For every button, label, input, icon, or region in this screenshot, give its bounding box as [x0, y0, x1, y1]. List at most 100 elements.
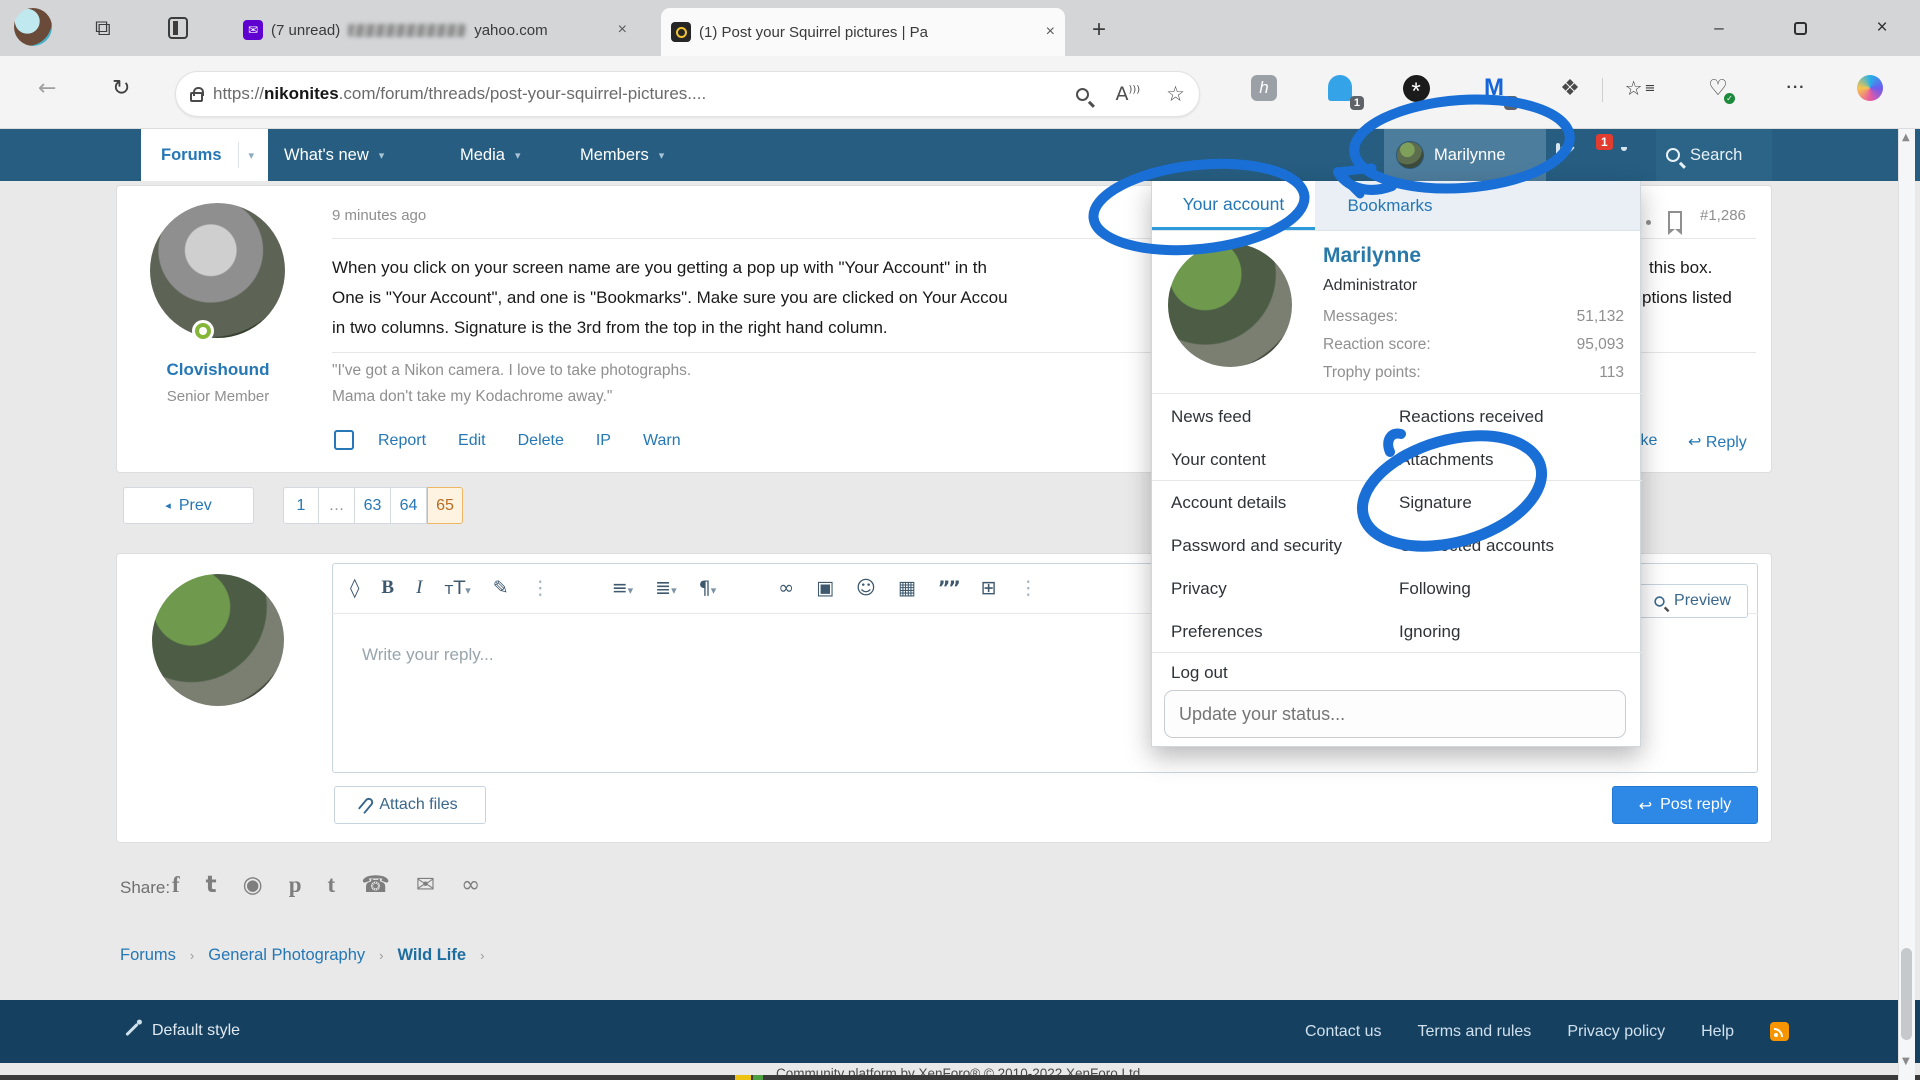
menu-your-content[interactable]: Your content — [1171, 450, 1266, 470]
menu-signature[interactable]: Signature — [1399, 493, 1472, 513]
style-chooser[interactable]: Default style — [124, 1022, 240, 1040]
text-size-icon[interactable]: тT▾ — [444, 577, 470, 599]
breadcrumb-forums[interactable]: Forums — [120, 946, 176, 965]
nav-tab-members[interactable]: Members▾ — [580, 129, 664, 181]
more-options-icon[interactable]: ⋮ — [1019, 577, 1038, 599]
paragraph-icon[interactable]: ¶▾ — [699, 577, 717, 599]
tab-bookmarks[interactable]: Bookmarks — [1315, 181, 1465, 230]
page-button[interactable]: 63 — [355, 487, 391, 524]
ip-link[interactable]: IP — [596, 432, 611, 450]
tab-yahoo-mail[interactable]: ✉ (7 unread) yahoo.com × — [233, 8, 637, 52]
inbox-icon[interactable] — [1556, 145, 1560, 163]
quote-icon[interactable]: ”” — [938, 577, 959, 599]
chevron-down-icon[interactable]: ▾ — [515, 149, 521, 162]
settings-menu-icon[interactable]: ··· — [1778, 70, 1814, 106]
breadcrumb-general-photography[interactable]: General Photography — [208, 946, 365, 965]
contact-us-link[interactable]: Contact us — [1305, 1023, 1381, 1041]
favorites-collections-icon[interactable]: ☆≡ — [1622, 70, 1658, 106]
honey-extension-icon[interactable]: h — [1246, 70, 1282, 106]
reply-link[interactable]: ↩ Reply — [1688, 432, 1747, 452]
workspaces-icon[interactable]: ⧉ — [95, 16, 111, 41]
tab-close-icon[interactable]: × — [1046, 23, 1055, 41]
back-icon[interactable]: ← — [38, 76, 56, 101]
align-icon[interactable]: ≣▾ — [655, 577, 676, 599]
chevron-down-icon[interactable]: ▾ — [659, 149, 665, 162]
terms-link[interactable]: Terms and rules — [1417, 1023, 1531, 1041]
post-author-avatar[interactable] — [150, 203, 285, 338]
menu-reactions-received[interactable]: Reactions received — [1399, 407, 1544, 427]
text-color-icon[interactable]: ✎ — [493, 577, 509, 599]
warn-link[interactable]: Warn — [643, 432, 681, 450]
menu-following[interactable]: Following — [1399, 579, 1471, 599]
browser-profile-avatar[interactable] — [14, 8, 52, 46]
rss-icon[interactable] — [1770, 1022, 1789, 1041]
tab-squirrel-thread[interactable]: (1) Post your Squirrel pictures | Pa × — [661, 8, 1065, 56]
pinterest-icon[interactable]: p — [289, 872, 302, 898]
restore-button[interactable] — [1778, 14, 1822, 42]
post-author-name[interactable]: Clovishound — [118, 360, 318, 380]
privacy-policy-link[interactable]: Privacy policy — [1567, 1023, 1665, 1041]
current-user-avatar[interactable] — [152, 574, 284, 706]
update-status-input[interactable] — [1164, 690, 1626, 738]
copy-link-icon[interactable]: ∞ — [461, 872, 480, 898]
menu-attachments[interactable]: Attachments — [1399, 450, 1494, 470]
delete-link[interactable]: Delete — [518, 432, 564, 450]
help-link[interactable]: Help — [1701, 1023, 1734, 1041]
account-menu-button[interactable]: Marilynne — [1384, 129, 1546, 181]
menu-connected-accounts[interactable]: Connected accounts — [1399, 536, 1554, 556]
report-link[interactable]: Report — [378, 432, 426, 450]
reply-input-placeholder[interactable]: Write your reply... — [362, 645, 494, 665]
bold-icon[interactable]: B — [381, 577, 394, 599]
dropdown-user-avatar[interactable] — [1168, 243, 1292, 367]
nav-tab-forums[interactable]: Forums ▾ — [141, 129, 268, 181]
edit-link[interactable]: Edit — [458, 432, 486, 450]
aperture-extension-icon[interactable]: * — [1398, 70, 1434, 106]
prev-page-button[interactable]: ◂ Prev — [123, 487, 254, 524]
favorite-star-icon[interactable]: ☆ — [1166, 82, 1185, 106]
post-reply-button[interactable]: ↩ Post reply — [1612, 786, 1758, 824]
current-page-button[interactable]: 65 — [427, 487, 463, 524]
select-post-checkbox[interactable] — [334, 430, 354, 450]
read-aloud-icon[interactable]: A))) — [1115, 83, 1140, 105]
tab-your-account[interactable]: Your account — [1152, 181, 1315, 230]
close-button[interactable]: × — [1860, 14, 1904, 42]
page-ellipsis[interactable]: … — [319, 487, 355, 524]
extensions-puzzle-icon[interactable]: ❖ — [1552, 70, 1588, 106]
insert-image-icon[interactable]: ▣ — [816, 577, 834, 599]
menu-password-security[interactable]: Password and security — [1171, 536, 1342, 556]
preview-button[interactable]: Preview — [1636, 584, 1748, 618]
page-button[interactable]: 64 — [391, 487, 427, 524]
tab-close-icon[interactable]: × — [618, 21, 627, 39]
reddit-icon[interactable]: ◉ — [243, 872, 263, 898]
email-share-icon[interactable]: ✉ — [416, 872, 435, 898]
post-timestamp[interactable]: 9 minutes ago — [332, 207, 426, 224]
dropdown-username[interactable]: Marilynne — [1323, 244, 1421, 268]
facebook-icon[interactable]: f — [172, 872, 180, 898]
breadcrumb-wild-life[interactable]: Wild Life — [397, 946, 466, 965]
menu-privacy[interactable]: Privacy — [1171, 579, 1227, 599]
tumblr-icon[interactable]: t — [328, 872, 336, 898]
zoom-icon[interactable] — [1076, 88, 1089, 101]
menu-news-feed[interactable]: News feed — [1171, 407, 1251, 427]
refresh-icon[interactable]: ↻ — [112, 76, 130, 101]
chevron-down-icon[interactable]: ▾ — [249, 149, 255, 162]
remove-format-icon[interactable]: ◊ — [350, 577, 359, 599]
bookmark-icon[interactable] — [1668, 211, 1682, 229]
minimize-button[interactable]: – — [1697, 14, 1741, 42]
chevron-down-icon[interactable]: ▾ — [379, 149, 385, 162]
nav-tab-whats-new[interactable]: What's new▾ — [284, 129, 384, 181]
browser-essentials-icon[interactable]: ♡✓ — [1700, 70, 1736, 106]
search-button[interactable]: Search — [1656, 129, 1772, 181]
more-options-icon[interactable]: ⋮ — [531, 577, 550, 599]
malwarebytes-extension-icon[interactable]: M 1 — [1476, 70, 1512, 106]
insert-table-icon[interactable]: ⊞ — [981, 577, 997, 599]
page-scrollbar[interactable] — [1898, 129, 1915, 1080]
new-tab-button[interactable]: + — [1092, 16, 1106, 44]
menu-ignoring[interactable]: Ignoring — [1399, 622, 1460, 642]
menu-log-out[interactable]: Log out — [1171, 663, 1228, 683]
smilies-icon[interactable]: ☺ — [856, 577, 876, 599]
scroll-down-icon[interactable]: ▼ — [1902, 1056, 1910, 1067]
post-number[interactable]: #1,286 — [1700, 207, 1746, 224]
scroll-up-icon[interactable]: ▲ — [1902, 132, 1910, 143]
menu-account-details[interactable]: Account details — [1171, 493, 1286, 513]
